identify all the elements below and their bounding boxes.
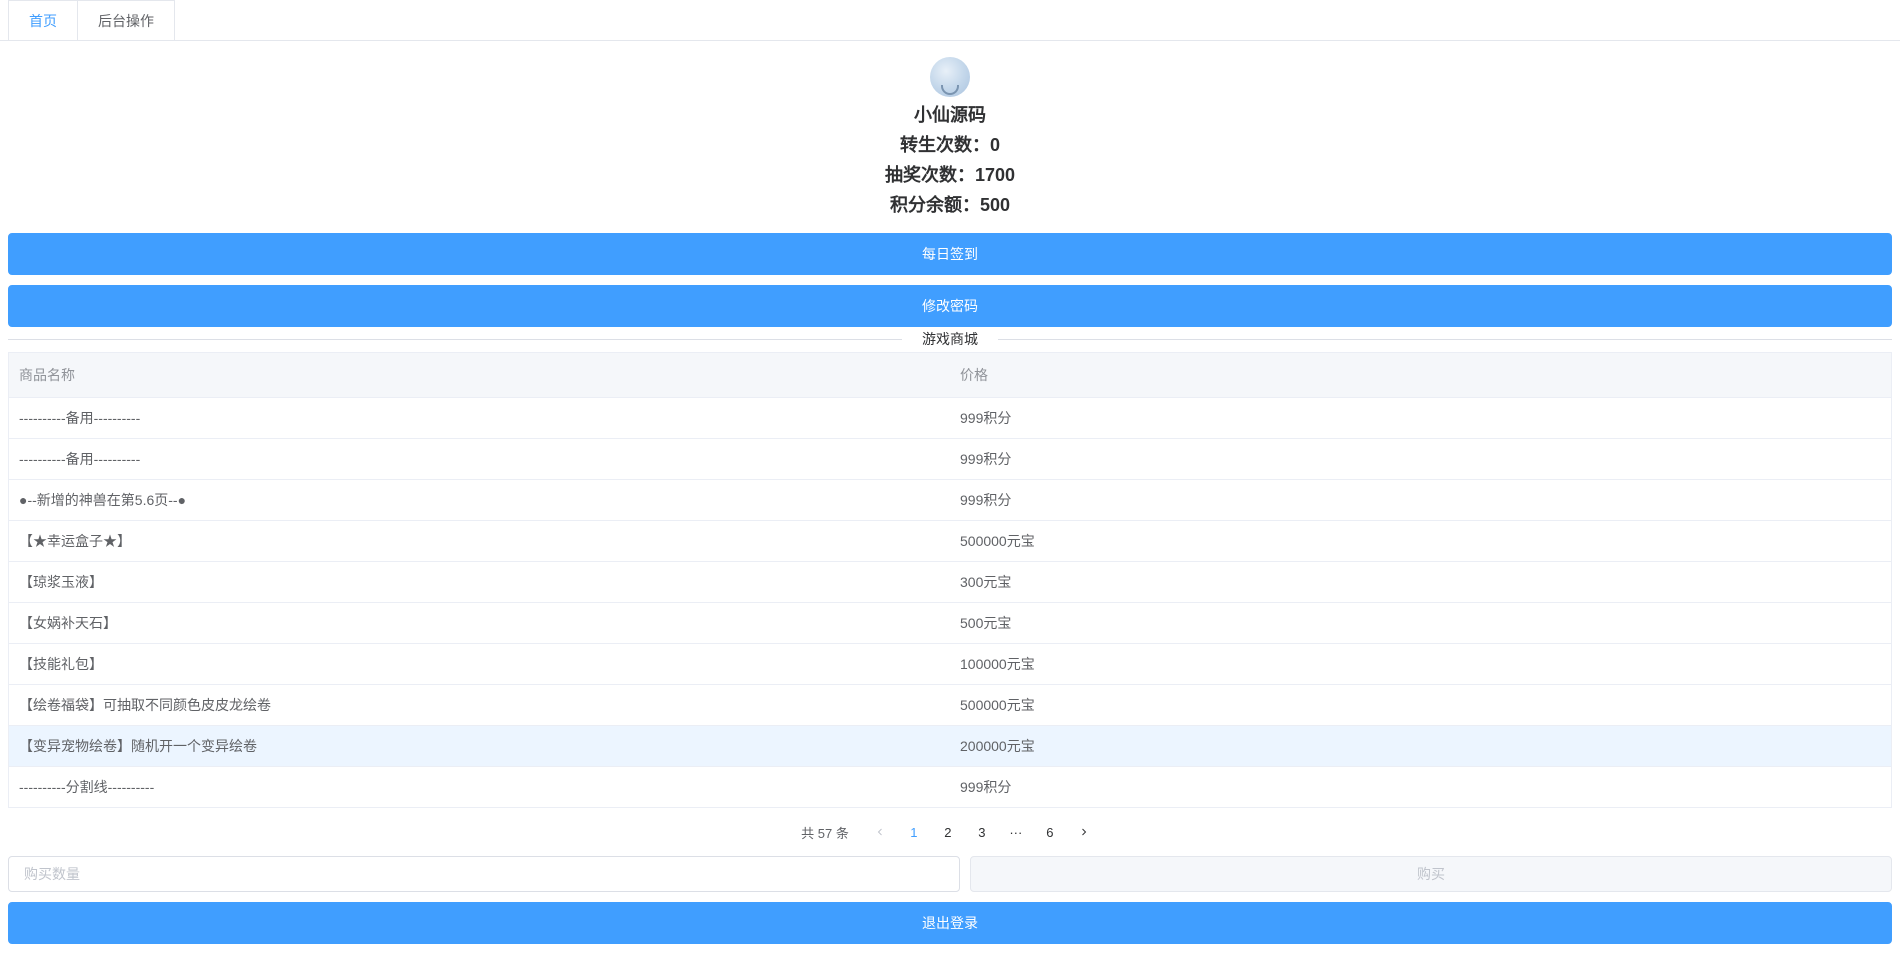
daily-checkin-button[interactable]: 每日签到 [8, 233, 1892, 275]
cell-name: 【★幸运盒子★】 [9, 521, 951, 562]
table-row[interactable]: 【女娲补天石】500元宝 [9, 603, 1892, 644]
cell-price: 999积分 [950, 398, 1892, 439]
pagination-page-2[interactable]: 2 [933, 818, 963, 846]
cell-price: 300元宝 [950, 562, 1892, 603]
cell-name: 【技能礼包】 [9, 644, 951, 685]
pagination-page-1[interactable]: 1 [899, 818, 929, 846]
profile-name: 小仙源码 [8, 101, 1892, 127]
table-row[interactable]: 【技能礼包】100000元宝 [9, 644, 1892, 685]
cell-price: 200000元宝 [950, 726, 1892, 767]
col-header-price: 价格 [950, 353, 1892, 398]
table-row[interactable]: 【琼浆玉液】300元宝 [9, 562, 1892, 603]
table-row[interactable]: ----------备用----------999积分 [9, 398, 1892, 439]
pagination: 共 57 条 1 2 3 ··· 6 [8, 808, 1892, 856]
table-row[interactable]: 【★幸运盒子★】500000元宝 [9, 521, 1892, 562]
tabs-bar: 首页 后台操作 [0, 0, 1900, 41]
chevron-left-icon [874, 826, 886, 838]
logout-button[interactable]: 退出登录 [8, 902, 1892, 944]
stat-points-label: 积分余额： [890, 195, 980, 215]
stat-rebirth: 转生次数：0 [8, 131, 1892, 157]
cell-name: ----------分割线---------- [9, 767, 951, 808]
stat-lottery-value: 1700 [975, 165, 1015, 185]
cell-name: 【琼浆玉液】 [9, 562, 951, 603]
stat-lottery-label: 抽奖次数： [885, 165, 975, 185]
cell-name: ----------备用---------- [9, 439, 951, 480]
tab-home[interactable]: 首页 [8, 0, 78, 40]
col-header-name: 商品名称 [9, 353, 951, 398]
pagination-page-6[interactable]: 6 [1035, 818, 1065, 846]
stat-points: 积分余额：500 [8, 191, 1892, 217]
cell-price: 100000元宝 [950, 644, 1892, 685]
pagination-ellipsis[interactable]: ··· [1001, 818, 1031, 846]
table-row[interactable]: 【变异宠物绘卷】随机开一个变异绘卷200000元宝 [9, 726, 1892, 767]
pagination-page-3[interactable]: 3 [967, 818, 997, 846]
table-row[interactable]: 【绘卷福袋】可抽取不同颜色皮皮龙绘卷500000元宝 [9, 685, 1892, 726]
pagination-total: 共 57 条 [801, 823, 849, 842]
stat-rebirth-value: 0 [990, 135, 1000, 155]
cell-price: 999积分 [950, 480, 1892, 521]
table-row[interactable]: ----------分割线----------999积分 [9, 767, 1892, 808]
table-row[interactable]: ●--新增的神兽在第5.6页--●999积分 [9, 480, 1892, 521]
quantity-input[interactable] [8, 856, 960, 892]
divider: 游戏商城 [8, 339, 1892, 340]
stat-lottery: 抽奖次数：1700 [8, 161, 1892, 187]
buy-button[interactable]: 购买 [970, 856, 1892, 892]
stat-points-value: 500 [980, 195, 1010, 215]
shop-table: 商品名称 价格 ----------备用----------999积分-----… [8, 352, 1892, 808]
pagination-next[interactable] [1069, 818, 1099, 846]
cell-name: ●--新增的神兽在第5.6页--● [9, 480, 951, 521]
avatar [930, 57, 970, 97]
cell-price: 500000元宝 [950, 521, 1892, 562]
profile-block: 小仙源码 转生次数：0 抽奖次数：1700 积分余额：500 [8, 49, 1892, 233]
table-row[interactable]: ----------备用----------999积分 [9, 439, 1892, 480]
cell-name: ----------备用---------- [9, 398, 951, 439]
cell-name: 【变异宠物绘卷】随机开一个变异绘卷 [9, 726, 951, 767]
cell-price: 999积分 [950, 767, 1892, 808]
stat-rebirth-label: 转生次数： [900, 135, 990, 155]
cell-name: 【女娲补天石】 [9, 603, 951, 644]
tab-admin[interactable]: 后台操作 [77, 0, 175, 40]
pagination-prev[interactable] [865, 818, 895, 846]
chevron-right-icon [1078, 826, 1090, 838]
purchase-row: 购买 [8, 856, 1892, 892]
change-password-button[interactable]: 修改密码 [8, 285, 1892, 327]
shop-title: 游戏商城 [902, 329, 998, 349]
main-content: 小仙源码 转生次数：0 抽奖次数：1700 积分余额：500 每日签到 修改密码… [0, 41, 1900, 962]
cell-price: 500000元宝 [950, 685, 1892, 726]
cell-name: 【绘卷福袋】可抽取不同颜色皮皮龙绘卷 [9, 685, 951, 726]
cell-price: 500元宝 [950, 603, 1892, 644]
cell-price: 999积分 [950, 439, 1892, 480]
